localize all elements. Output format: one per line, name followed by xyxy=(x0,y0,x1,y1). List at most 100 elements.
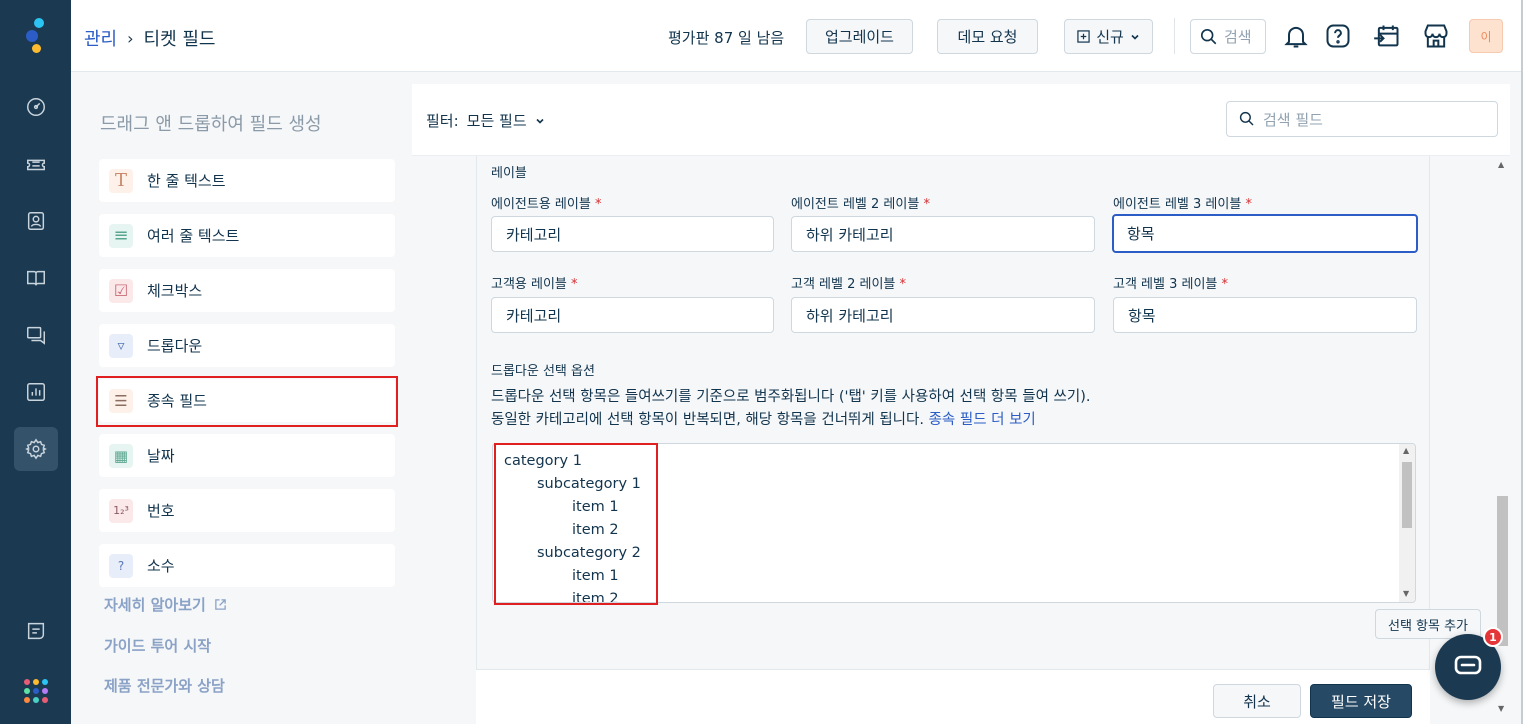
page-title: 티켓 필드 xyxy=(143,29,216,50)
agent-label-2-caption: 에이전트 레벨 2 레이블 * xyxy=(791,197,930,212)
decimal-icon: ? xyxy=(109,553,133,578)
help-text: 동일한 카테고리에 선택 항목이 반복되면, 해당 항목을 건너뛰게 됩니다. xyxy=(491,412,924,428)
header-divider xyxy=(1174,18,1175,54)
scroll-down-arrow-icon[interactable]: ▼ xyxy=(1403,589,1409,598)
field-label: 소수 xyxy=(147,557,175,575)
highlight-choices xyxy=(494,443,658,605)
textarea-scrollbar[interactable]: ▲ ▼ xyxy=(1399,444,1415,602)
dropdown-help-line2: 동일한 카테고리에 선택 항목이 반복되면, 해당 항목을 건너뛰게 됩니다. … xyxy=(491,409,1036,431)
filter-bar: 필터: 모든 필드 검색 필드 xyxy=(412,84,1510,156)
customer-label-3-input[interactable]: 항목 xyxy=(1113,297,1417,333)
new-button[interactable]: 신규 xyxy=(1064,19,1153,54)
filter-dropdown[interactable]: 필터: 모든 필드 xyxy=(426,110,545,131)
plus-square-icon xyxy=(1077,30,1090,43)
save-field-button[interactable]: 필드 저장 xyxy=(1310,684,1412,718)
guided-tour-link[interactable]: 가이드 투어 시작 xyxy=(104,635,211,656)
field-editor-area: 레이블 에이전트용 레이블 * 에이전트 레벨 2 레이블 * 에이전트 레벨 … xyxy=(412,156,1510,724)
breadcrumb: 관리 › 티켓 필드 xyxy=(84,25,216,51)
highlight-dependent-field xyxy=(96,376,398,427)
demo-request-button[interactable]: 데모 요청 xyxy=(937,19,1038,54)
field-multi-line-text[interactable]: ≡ 여러 줄 텍스트 xyxy=(99,214,395,257)
chat-bubble-icon xyxy=(1454,655,1482,675)
dropdown-icon: ▿ xyxy=(109,333,133,358)
agent-label-1-caption: 에이전트용 레이블 * xyxy=(491,197,602,212)
chevron-right-icon: › xyxy=(127,28,134,48)
customer-label-1-caption: 고객용 레이블 * xyxy=(491,277,578,292)
field-label: 번호 xyxy=(147,502,175,520)
filter-value: 모든 필드 xyxy=(466,112,527,130)
customer-label-1-input[interactable]: 카테고리 xyxy=(491,297,774,333)
dependent-field-more-link[interactable]: 종속 필드 더 보기 xyxy=(929,412,1036,428)
dropdown-help-line1: 드롭다운 선택 항목은 들여쓰기를 기준으로 범주화됩니다 ('탭' 키를 사용… xyxy=(491,389,1091,405)
app-logo[interactable] xyxy=(20,16,52,56)
text-type-icon: T xyxy=(109,168,133,193)
checkbox-icon: ☑ xyxy=(109,278,133,303)
cancel-button[interactable]: 취소 xyxy=(1213,684,1301,718)
field-label: 체크박스 xyxy=(147,282,203,300)
contacts-icon[interactable] xyxy=(14,199,58,243)
calendar-import-icon[interactable] xyxy=(1371,20,1403,52)
admin-gear-icon[interactable] xyxy=(14,427,58,471)
customer-label-3-caption: 고객 레벨 3 레이블 * xyxy=(1113,277,1229,292)
trial-status: 평가판 87 일 남음 xyxy=(668,29,785,47)
knowledge-base-icon[interactable] xyxy=(14,256,58,300)
learn-more-link[interactable]: 자세히 알아보기 xyxy=(104,594,227,615)
number-icon: 1₂³ xyxy=(109,498,133,523)
agent-label-3-input[interactable]: 항목 xyxy=(1112,214,1418,253)
new-button-label: 신규 xyxy=(1096,28,1124,46)
field-decimal[interactable]: ? 소수 xyxy=(99,544,395,587)
user-avatar[interactable]: 이 xyxy=(1469,19,1503,53)
chat-note-icon[interactable] xyxy=(14,609,58,653)
scroll-thumb[interactable] xyxy=(1402,462,1412,528)
field-number[interactable]: 1₂³ 번호 xyxy=(99,489,395,532)
scroll-up-arrow-icon[interactable]: ▲ xyxy=(1498,160,1504,169)
labels-section-title: 레이블 xyxy=(491,166,527,181)
external-link-icon xyxy=(215,599,226,610)
calendar-icon: ▦ xyxy=(109,443,133,468)
scroll-down-arrow-icon[interactable]: ▼ xyxy=(1498,704,1504,713)
paragraph-icon: ≡ xyxy=(109,223,133,248)
field-search-placeholder: 검색 필드 xyxy=(1263,110,1323,129)
marketplace-store-icon[interactable] xyxy=(1420,20,1452,52)
breadcrumb-admin-link[interactable]: 관리 xyxy=(84,25,117,51)
reports-icon[interactable] xyxy=(14,370,58,414)
field-label: 한 줄 텍스트 xyxy=(147,172,226,190)
customer-label-2-caption: 고객 레벨 2 레이블 * xyxy=(791,277,907,292)
chat-unread-badge: 1 xyxy=(1483,627,1503,647)
talk-to-expert-link[interactable]: 제품 전문가와 상담 xyxy=(104,675,225,696)
field-date[interactable]: ▦ 날짜 xyxy=(99,434,395,477)
agent-label-1-input[interactable]: 카테고리 xyxy=(491,216,774,252)
notification-bell-icon[interactable] xyxy=(1280,20,1312,52)
global-search-button[interactable]: 검색 xyxy=(1190,19,1266,54)
filter-label: 필터: xyxy=(426,112,459,130)
help-icon[interactable] xyxy=(1322,20,1354,52)
agent-label-2-input[interactable]: 하위 카테고리 xyxy=(791,216,1095,252)
chevron-down-icon xyxy=(1131,34,1139,40)
agent-label-3-caption: 에이전트 레벨 3 레이블 * xyxy=(1113,197,1252,212)
field-search-input[interactable]: 검색 필드 xyxy=(1226,101,1498,137)
dashboard-icon[interactable] xyxy=(14,85,58,129)
learn-more-label: 자세히 알아보기 xyxy=(104,596,206,614)
top-header: 관리 › 티켓 필드 평가판 87 일 남음 업그레이드 데모 요청 신규 검색… xyxy=(71,0,1523,72)
dropdown-options-title: 드롭다운 선택 옵션 xyxy=(491,364,595,379)
search-icon xyxy=(1200,28,1217,44)
upgrade-button[interactable]: 업그레이드 xyxy=(806,19,913,54)
customer-label-2-input[interactable]: 하위 카테고리 xyxy=(791,297,1095,333)
field-dropdown[interactable]: ▿ 드롭다운 xyxy=(99,324,395,367)
tickets-icon[interactable] xyxy=(14,142,58,186)
field-label: 여러 줄 텍스트 xyxy=(147,227,240,245)
field-label: 드롭다운 xyxy=(147,337,203,355)
page-scroll-thumb[interactable] xyxy=(1497,496,1508,646)
field-label: 날짜 xyxy=(147,447,175,465)
field-single-line-text[interactable]: T 한 줄 텍스트 xyxy=(99,159,395,202)
main-nav xyxy=(0,0,71,724)
palette-title: 드래그 앤 드롭하여 필드 생성 xyxy=(100,114,322,135)
global-search-label: 검색 xyxy=(1224,28,1252,46)
chevron-down-icon xyxy=(536,118,544,124)
search-icon xyxy=(1239,111,1254,126)
field-checkbox[interactable]: ☑ 체크박스 xyxy=(99,269,395,312)
forums-icon[interactable] xyxy=(14,313,58,357)
apps-grid-icon[interactable] xyxy=(24,679,48,703)
scroll-up-arrow-icon[interactable]: ▲ xyxy=(1403,446,1409,455)
form-footer: 취소 필드 저장 xyxy=(476,669,1430,724)
